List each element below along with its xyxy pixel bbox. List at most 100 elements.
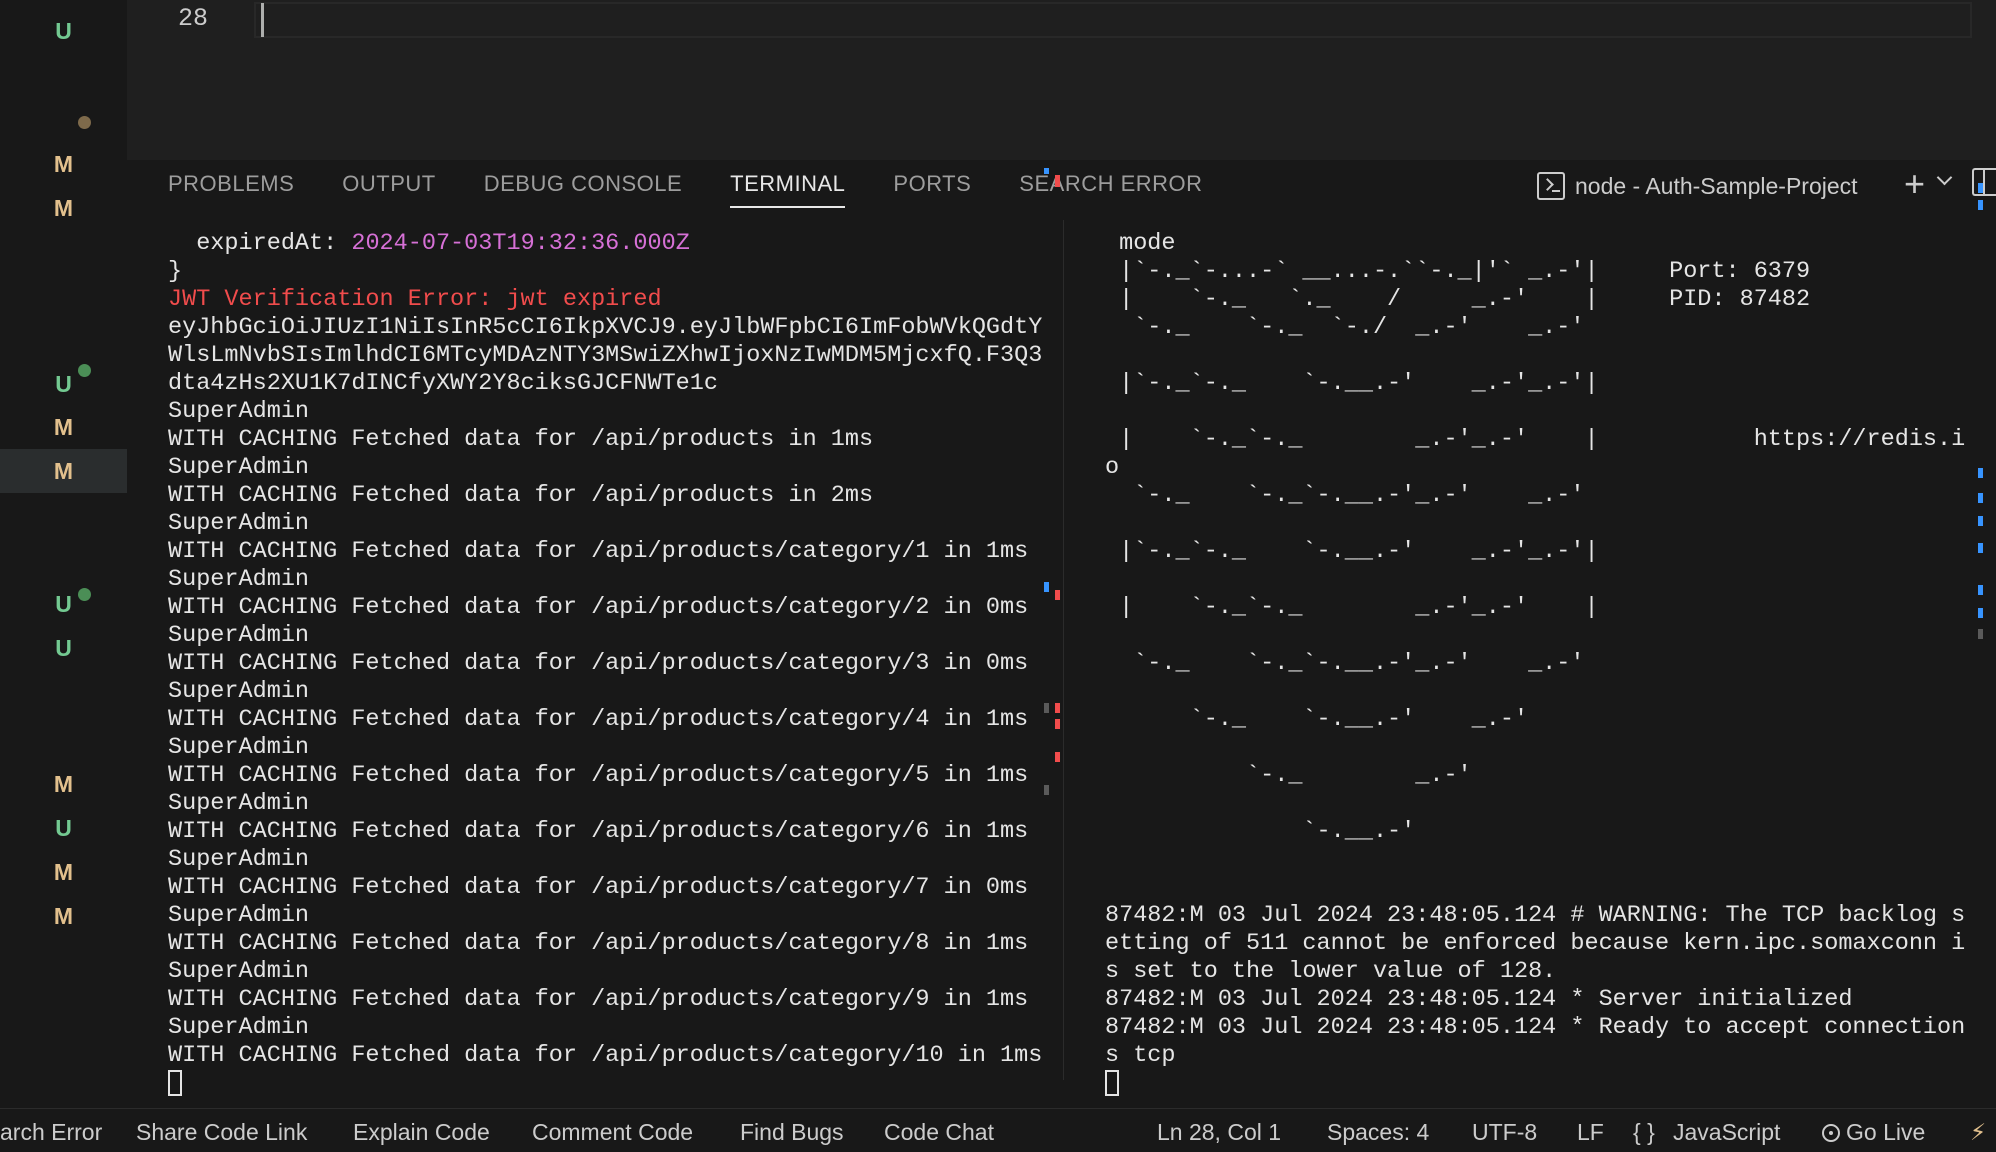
log-line: SuperAdmin xyxy=(168,398,310,425)
log-line: SuperAdmin xyxy=(168,790,310,817)
redis-line: `-._ `-._`-.__.-'_.-' _.-' xyxy=(1105,650,1585,677)
redis-line: | `-._ `._ / _.-' | PID: 87482 xyxy=(1105,286,1811,313)
overview-ruler-marker xyxy=(1055,703,1060,713)
token-line: WlsLmNvbSIsImlhdCI6MTcyMDAzNTY3MSwiZXhwI… xyxy=(168,342,1043,369)
tab-debug-console[interactable]: DEBUG CONSOLE xyxy=(484,160,682,208)
log-line: SuperAdmin xyxy=(168,454,310,481)
status-cursor-position[interactable]: Ln 28, Col 1 xyxy=(1157,1119,1281,1146)
overview-ruler-marker xyxy=(1978,493,1983,503)
broadcast-icon xyxy=(1822,1124,1840,1142)
redis-line xyxy=(1105,678,1996,706)
status-go-live[interactable]: Go Live xyxy=(1822,1119,1925,1146)
terminal-prompt xyxy=(1105,1070,1996,1098)
redis-line: 87482:M 03 Jul 2024 23:48:05.124 * Ready… xyxy=(1105,1014,1966,1041)
overview-ruler-marker xyxy=(1978,543,1983,553)
redis-line: s tcp xyxy=(1105,1042,1176,1069)
redis-line xyxy=(1105,874,1996,902)
terminal-cursor xyxy=(168,1070,182,1096)
redis-line: o xyxy=(1105,454,1120,481)
terminal-pane-left[interactable]: expiredAt: 2024-07-03T19:32:36.000Z } JW… xyxy=(168,230,1168,1098)
token-line: eyJhbGciOiJIUzI1NiIsInR5cCI6IkpXVCJ9.eyJ… xyxy=(168,314,1043,341)
redis-output: mode |`-._`-...-` __...-.``-._|'` _.-'| … xyxy=(1105,230,1996,1070)
log-line: WITH CACHING Fetched data for /api/produ… xyxy=(168,930,1029,957)
bolt-icon[interactable]: ⚡ xyxy=(1970,1119,1986,1146)
redis-line xyxy=(1105,622,1996,650)
status-find-bugs[interactable]: Find Bugs xyxy=(740,1119,844,1146)
redis-line: `-._ `-._ `-./ _.-' _.-' xyxy=(1105,314,1585,341)
status-explain-code[interactable]: Explain Code xyxy=(353,1119,490,1146)
tab-problems[interactable]: PROBLEMS xyxy=(168,160,294,208)
redis-line: 87482:M 03 Jul 2024 23:48:05.124 * Serve… xyxy=(1105,986,1853,1013)
overview-ruler-marker xyxy=(1044,703,1049,713)
log-line: SuperAdmin xyxy=(168,510,310,537)
redis-line: mode xyxy=(1105,230,1176,257)
log-line: SuperAdmin xyxy=(168,902,310,929)
jwt-error-line: JWT Verification Error: jwt expired xyxy=(168,286,662,313)
terminal-pane-right[interactable]: mode |`-._`-...-` __...-.``-._|'` _.-'| … xyxy=(1105,230,1996,1098)
redis-line: |`-._`-...-` __...-.``-._|'` _.-'| Port:… xyxy=(1105,258,1811,285)
redis-line: s set to the lower value of 128. xyxy=(1105,958,1557,985)
token-block: eyJhbGciOiJIUzI1NiIsInR5cCI6IkpXVCJ9.eyJ… xyxy=(168,314,1168,398)
redis-line xyxy=(1105,734,1996,762)
status-eol[interactable]: LF xyxy=(1577,1119,1604,1146)
log-line: WITH CACHING Fetched data for /api/produ… xyxy=(168,482,874,509)
log-line: SuperAdmin xyxy=(168,1014,310,1041)
scm-status-mark: U xyxy=(55,18,72,44)
redis-line: `-.__.-' xyxy=(1105,818,1416,845)
scm-status-mark: M xyxy=(53,771,74,797)
status-comment-code[interactable]: Comment Code xyxy=(532,1119,693,1146)
redis-line: |`-._`-._ `-.__.-' _.-'_.-'| xyxy=(1105,370,1599,397)
redis-line xyxy=(1105,846,1996,874)
tab-output[interactable]: OUTPUT xyxy=(342,160,435,208)
tab-terminal[interactable]: TERMINAL xyxy=(730,160,846,208)
redis-line xyxy=(1105,790,1996,818)
overview-ruler-marker xyxy=(1978,468,1983,478)
redis-line: etting of 511 cannot be enforced because… xyxy=(1105,930,1966,957)
overview-ruler-marker xyxy=(1978,200,1983,210)
status-indentation[interactable]: Spaces: 4 xyxy=(1327,1119,1429,1146)
status-share-code-link[interactable]: Share Code Link xyxy=(136,1119,307,1146)
status-search-error[interactable]: arch Error xyxy=(0,1119,102,1146)
tab-ports[interactable]: PORTS xyxy=(893,160,971,208)
redis-line: 87482:M 03 Jul 2024 23:48:05.124 # WARNI… xyxy=(1105,902,1966,929)
log-line: WITH CACHING Fetched data for /api/produ… xyxy=(168,762,1029,789)
token-line: dta4zHs2XU1K7dINCfyXWY2Y8ciksGJCFNWTe1c xyxy=(168,370,718,397)
status-bar: arch Error Share Code Link Explain Code … xyxy=(0,1108,1996,1152)
terminal-line: expiredAt: 2024-07-03T19:32:36.000Z xyxy=(168,230,690,257)
log-line: WITH CACHING Fetched data for /api/produ… xyxy=(168,818,1029,845)
log-line: SuperAdmin xyxy=(168,566,310,593)
redis-line: `-._ `-.__.-' _.-' xyxy=(1105,706,1529,733)
log-line: WITH CACHING Fetched data for /api/produ… xyxy=(168,538,1029,565)
redis-line xyxy=(1105,510,1996,538)
chevron-down-icon[interactable] xyxy=(1936,169,1953,186)
status-language[interactable]: JavaScript xyxy=(1673,1119,1780,1146)
terminal-name: node - Auth-Sample-Project xyxy=(1575,172,1858,199)
new-terminal-plus-icon[interactable]: + xyxy=(1904,164,1925,204)
overview-ruler-marker xyxy=(1044,785,1049,795)
overview-ruler-marker xyxy=(1978,585,1983,595)
log-line: WITH CACHING Fetched data for /api/produ… xyxy=(168,1042,1043,1069)
overview-ruler-marker xyxy=(1978,629,1983,639)
split-terminal-icon[interactable] xyxy=(1972,168,1996,196)
panel-tabs: PROBLEMS OUTPUT DEBUG CONSOLE TERMINAL P… xyxy=(168,160,1251,210)
current-line-highlight[interactable] xyxy=(254,2,1972,38)
status-encoding[interactable]: UTF-8 xyxy=(1472,1119,1537,1146)
braces-icon: { } xyxy=(1633,1119,1655,1145)
overview-ruler-marker xyxy=(1055,175,1060,187)
bottom-panel: PROBLEMS OUTPUT DEBUG CONSOLE TERMINAL P… xyxy=(127,160,1996,1108)
terminal-icon xyxy=(1537,172,1565,200)
log-line: SuperAdmin xyxy=(168,734,310,761)
log-line: WITH CACHING Fetched data for /api/produ… xyxy=(168,426,874,453)
terminal-prompt xyxy=(168,1070,1168,1098)
scm-status-mark: M xyxy=(53,414,74,440)
scm-status-mark: M xyxy=(53,903,74,929)
log-line: SuperAdmin xyxy=(168,622,310,649)
terminal-line: } xyxy=(168,258,183,285)
redis-line xyxy=(1105,342,1996,370)
status-code-chat[interactable]: Code Chat xyxy=(884,1119,994,1146)
log-block: SuperAdmin WITH CACHING Fetched data for … xyxy=(168,398,1168,1070)
scm-status-mark: M xyxy=(53,195,74,221)
log-line: SuperAdmin xyxy=(168,846,310,873)
scm-status-mark: U xyxy=(55,815,72,841)
terminal-selector[interactable]: node - Auth-Sample-Project xyxy=(1537,170,1858,202)
